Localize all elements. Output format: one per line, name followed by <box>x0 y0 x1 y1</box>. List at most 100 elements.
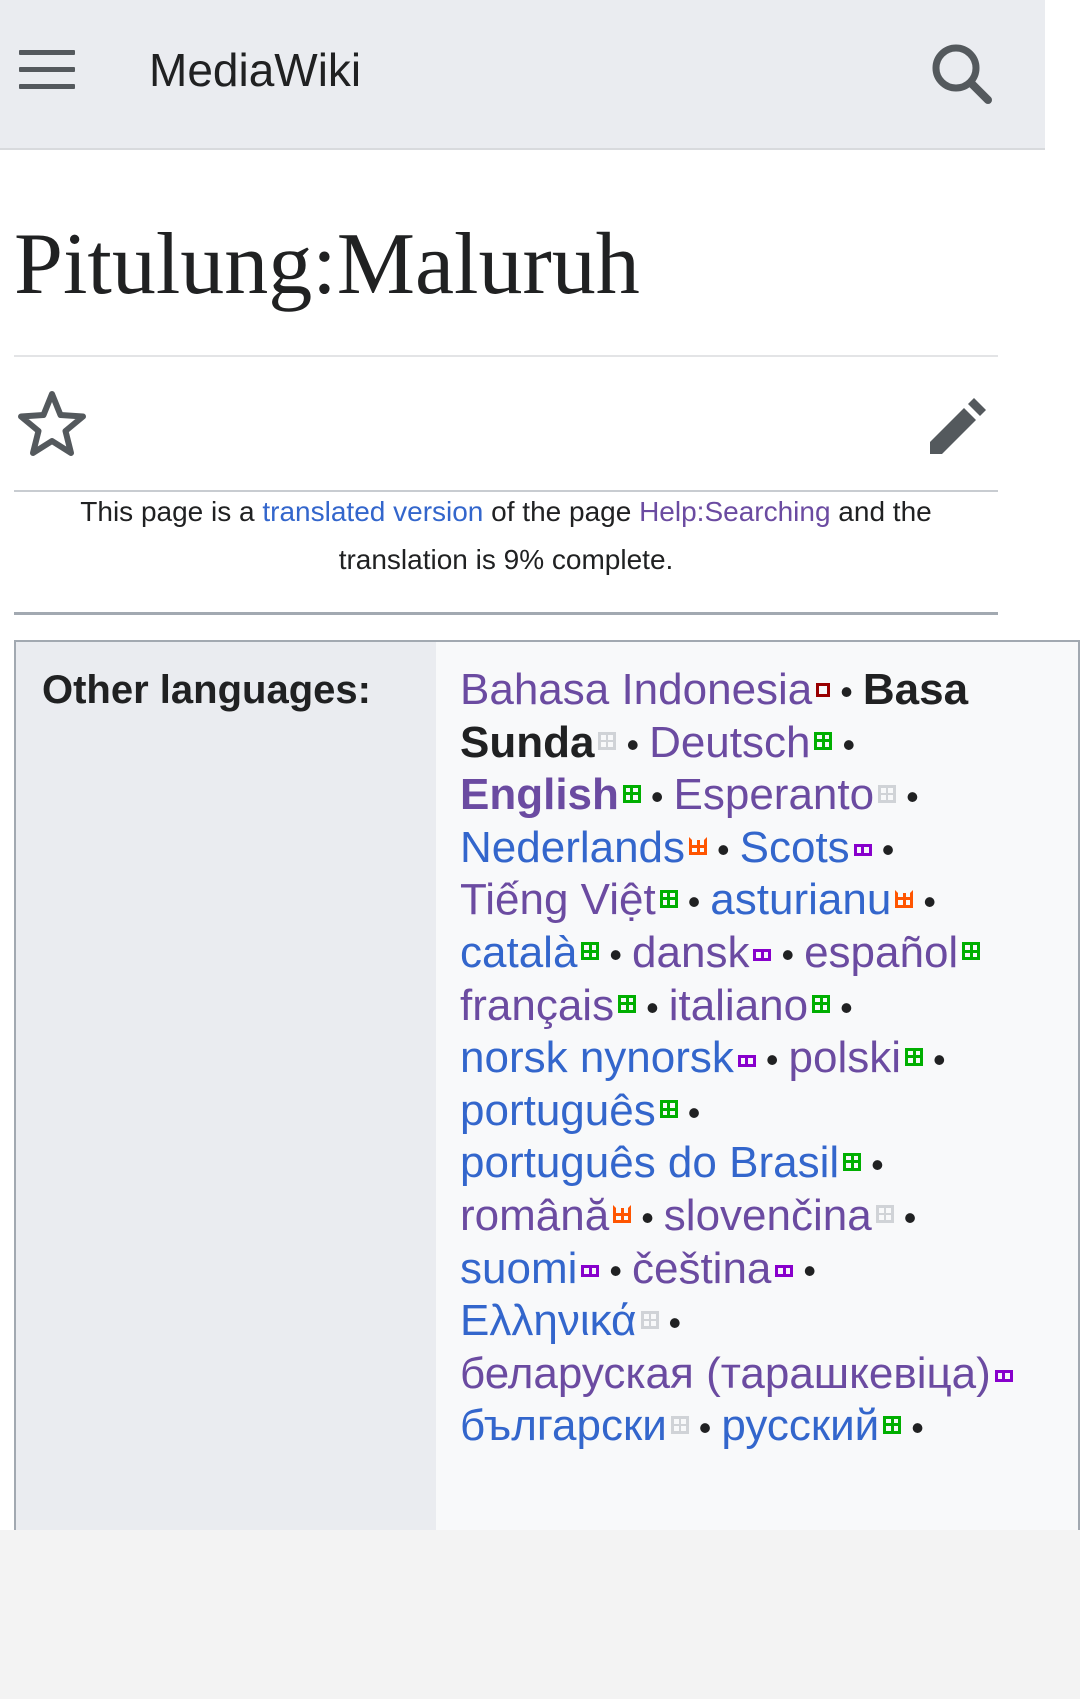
language-link[interactable]: norsk nynorsk <box>460 1033 734 1082</box>
translation-status-icon <box>613 1205 632 1224</box>
language-link[interactable]: dansk <box>632 928 749 977</box>
language-link[interactable]: slovenčina <box>664 1191 872 1240</box>
language-link[interactable]: русский <box>721 1401 879 1450</box>
translation-status-icon <box>640 1310 659 1329</box>
separator-dot: • <box>609 1249 622 1291</box>
site-title[interactable]: MediaWiki <box>149 40 361 100</box>
translation-status-icon <box>812 994 831 1013</box>
separator-dot: • <box>781 934 795 975</box>
translation-status-icon <box>994 1370 1013 1383</box>
language-link[interactable]: Esperanto <box>674 770 875 819</box>
separator-dot: • <box>687 1091 701 1133</box>
languages-header-cell: Other languages: <box>16 642 436 1530</box>
star-icon[interactable] <box>16 388 88 460</box>
language-link[interactable]: français <box>460 981 614 1030</box>
language-line: Nederlands • Scots • <box>460 820 904 876</box>
language-line: Tiếng Việt • asturianu • <box>460 872 946 928</box>
language-link[interactable]: polski <box>789 1033 902 1082</box>
translation-status-icon <box>689 837 708 856</box>
language-link[interactable]: Nederlands <box>460 823 685 872</box>
translation-status-icon <box>843 1152 862 1171</box>
language-link[interactable]: română <box>460 1191 609 1240</box>
translation-status-icon <box>659 889 678 908</box>
language-link[interactable]: Basa <box>863 665 968 714</box>
separator-dot: • <box>903 1197 917 1238</box>
languages-label: Other languages: <box>42 668 371 712</box>
separator-dot: • <box>871 1144 884 1186</box>
divider <box>14 612 998 615</box>
language-line: Ελληνικά • <box>460 1293 691 1349</box>
language-link[interactable]: Sunda <box>460 718 594 767</box>
translation-status-icon <box>670 1415 689 1434</box>
top-header: MediaWiki <box>0 0 1045 150</box>
pencil-icon[interactable] <box>920 388 992 460</box>
language-line: беларуская (тарашкевіца) <box>460 1346 1013 1402</box>
language-line: Bahasa Indonesia • Basa <box>460 662 968 718</box>
language-link[interactable]: беларуская (тарашкевіца) <box>460 1349 991 1398</box>
translation-status-icon <box>737 1054 756 1067</box>
language-link[interactable]: português <box>460 1086 656 1135</box>
separator-dot: • <box>650 776 664 818</box>
language-line: suomi • čeština • <box>460 1241 826 1297</box>
hamburger-menu-icon[interactable] <box>16 46 78 96</box>
language-line: Sunda • Deutsch • <box>460 715 865 771</box>
separator-dot: • <box>765 1039 779 1081</box>
language-link[interactable]: italiano <box>669 981 808 1030</box>
translation-status-icon <box>581 1264 600 1277</box>
page: MediaWiki Pitulung:Maluruh This page is … <box>0 0 1080 1530</box>
language-link[interactable]: English <box>460 770 619 819</box>
language-line: български • русский • <box>460 1398 934 1454</box>
separator-dot: • <box>641 1197 654 1238</box>
language-line: français • italiano • <box>460 978 863 1034</box>
translation-status-icon <box>962 942 981 961</box>
divider <box>14 355 998 357</box>
language-link[interactable]: Bahasa Indonesia <box>460 665 812 714</box>
translation-status-icon <box>618 994 637 1013</box>
separator-dot: • <box>906 776 919 818</box>
translated-version-link[interactable]: translated version <box>262 496 483 527</box>
separator-dot: • <box>840 986 853 1028</box>
search-icon[interactable] <box>926 38 996 108</box>
language-link[interactable]: Scots <box>740 823 850 872</box>
translation-status-icon <box>816 683 831 698</box>
language-link[interactable]: asturianu <box>710 875 891 924</box>
language-link[interactable]: português do Brasil <box>460 1138 839 1187</box>
language-link[interactable]: català <box>460 928 577 977</box>
translation-status-icon <box>775 1264 794 1277</box>
separator-dot: • <box>698 1407 712 1449</box>
notice-text: of the page <box>483 496 640 527</box>
translation-status-icon <box>753 949 772 962</box>
separator-dot: • <box>626 723 640 765</box>
language-line: português do Brasil • <box>460 1135 894 1191</box>
separator-dot: • <box>717 828 730 870</box>
separator-dot: • <box>609 934 623 975</box>
translation-status-icon <box>883 1415 902 1434</box>
translation-status-icon <box>905 1047 923 1066</box>
separator-dot: • <box>687 881 701 923</box>
language-link[interactable]: español <box>804 928 958 977</box>
separator-dot: • <box>668 1302 682 1344</box>
translation-status-icon <box>875 1205 894 1224</box>
language-link[interactable]: български <box>460 1401 667 1450</box>
separator-dot: • <box>933 1039 946 1081</box>
footer-background <box>0 1530 1080 1699</box>
page-title: Pitulung:Maluruh <box>14 216 640 313</box>
source-page-link[interactable]: Help:Searching <box>639 496 830 527</box>
language-link[interactable]: Deutsch <box>649 718 810 767</box>
separator-dot: • <box>646 986 659 1028</box>
language-line: română • slovenčina • <box>460 1188 926 1244</box>
language-line: English • Esperanto • <box>460 767 929 823</box>
language-link[interactable]: čeština <box>632 1244 771 1293</box>
language-link[interactable]: suomi <box>460 1244 577 1293</box>
translation-status-icon <box>853 844 872 857</box>
separator-dot: • <box>881 828 895 870</box>
separator-dot: • <box>842 723 856 765</box>
separator-dot: • <box>923 881 936 923</box>
translation-notice: This page is a translated version of the… <box>14 488 998 584</box>
notice-text: This page is a <box>80 496 263 527</box>
language-link[interactable]: Tiếng Việt <box>460 875 656 924</box>
translation-status-icon <box>878 784 897 803</box>
language-link[interactable]: Ελληνικά <box>460 1296 637 1345</box>
translation-status-icon <box>659 1100 678 1119</box>
translation-status-icon <box>895 889 914 908</box>
